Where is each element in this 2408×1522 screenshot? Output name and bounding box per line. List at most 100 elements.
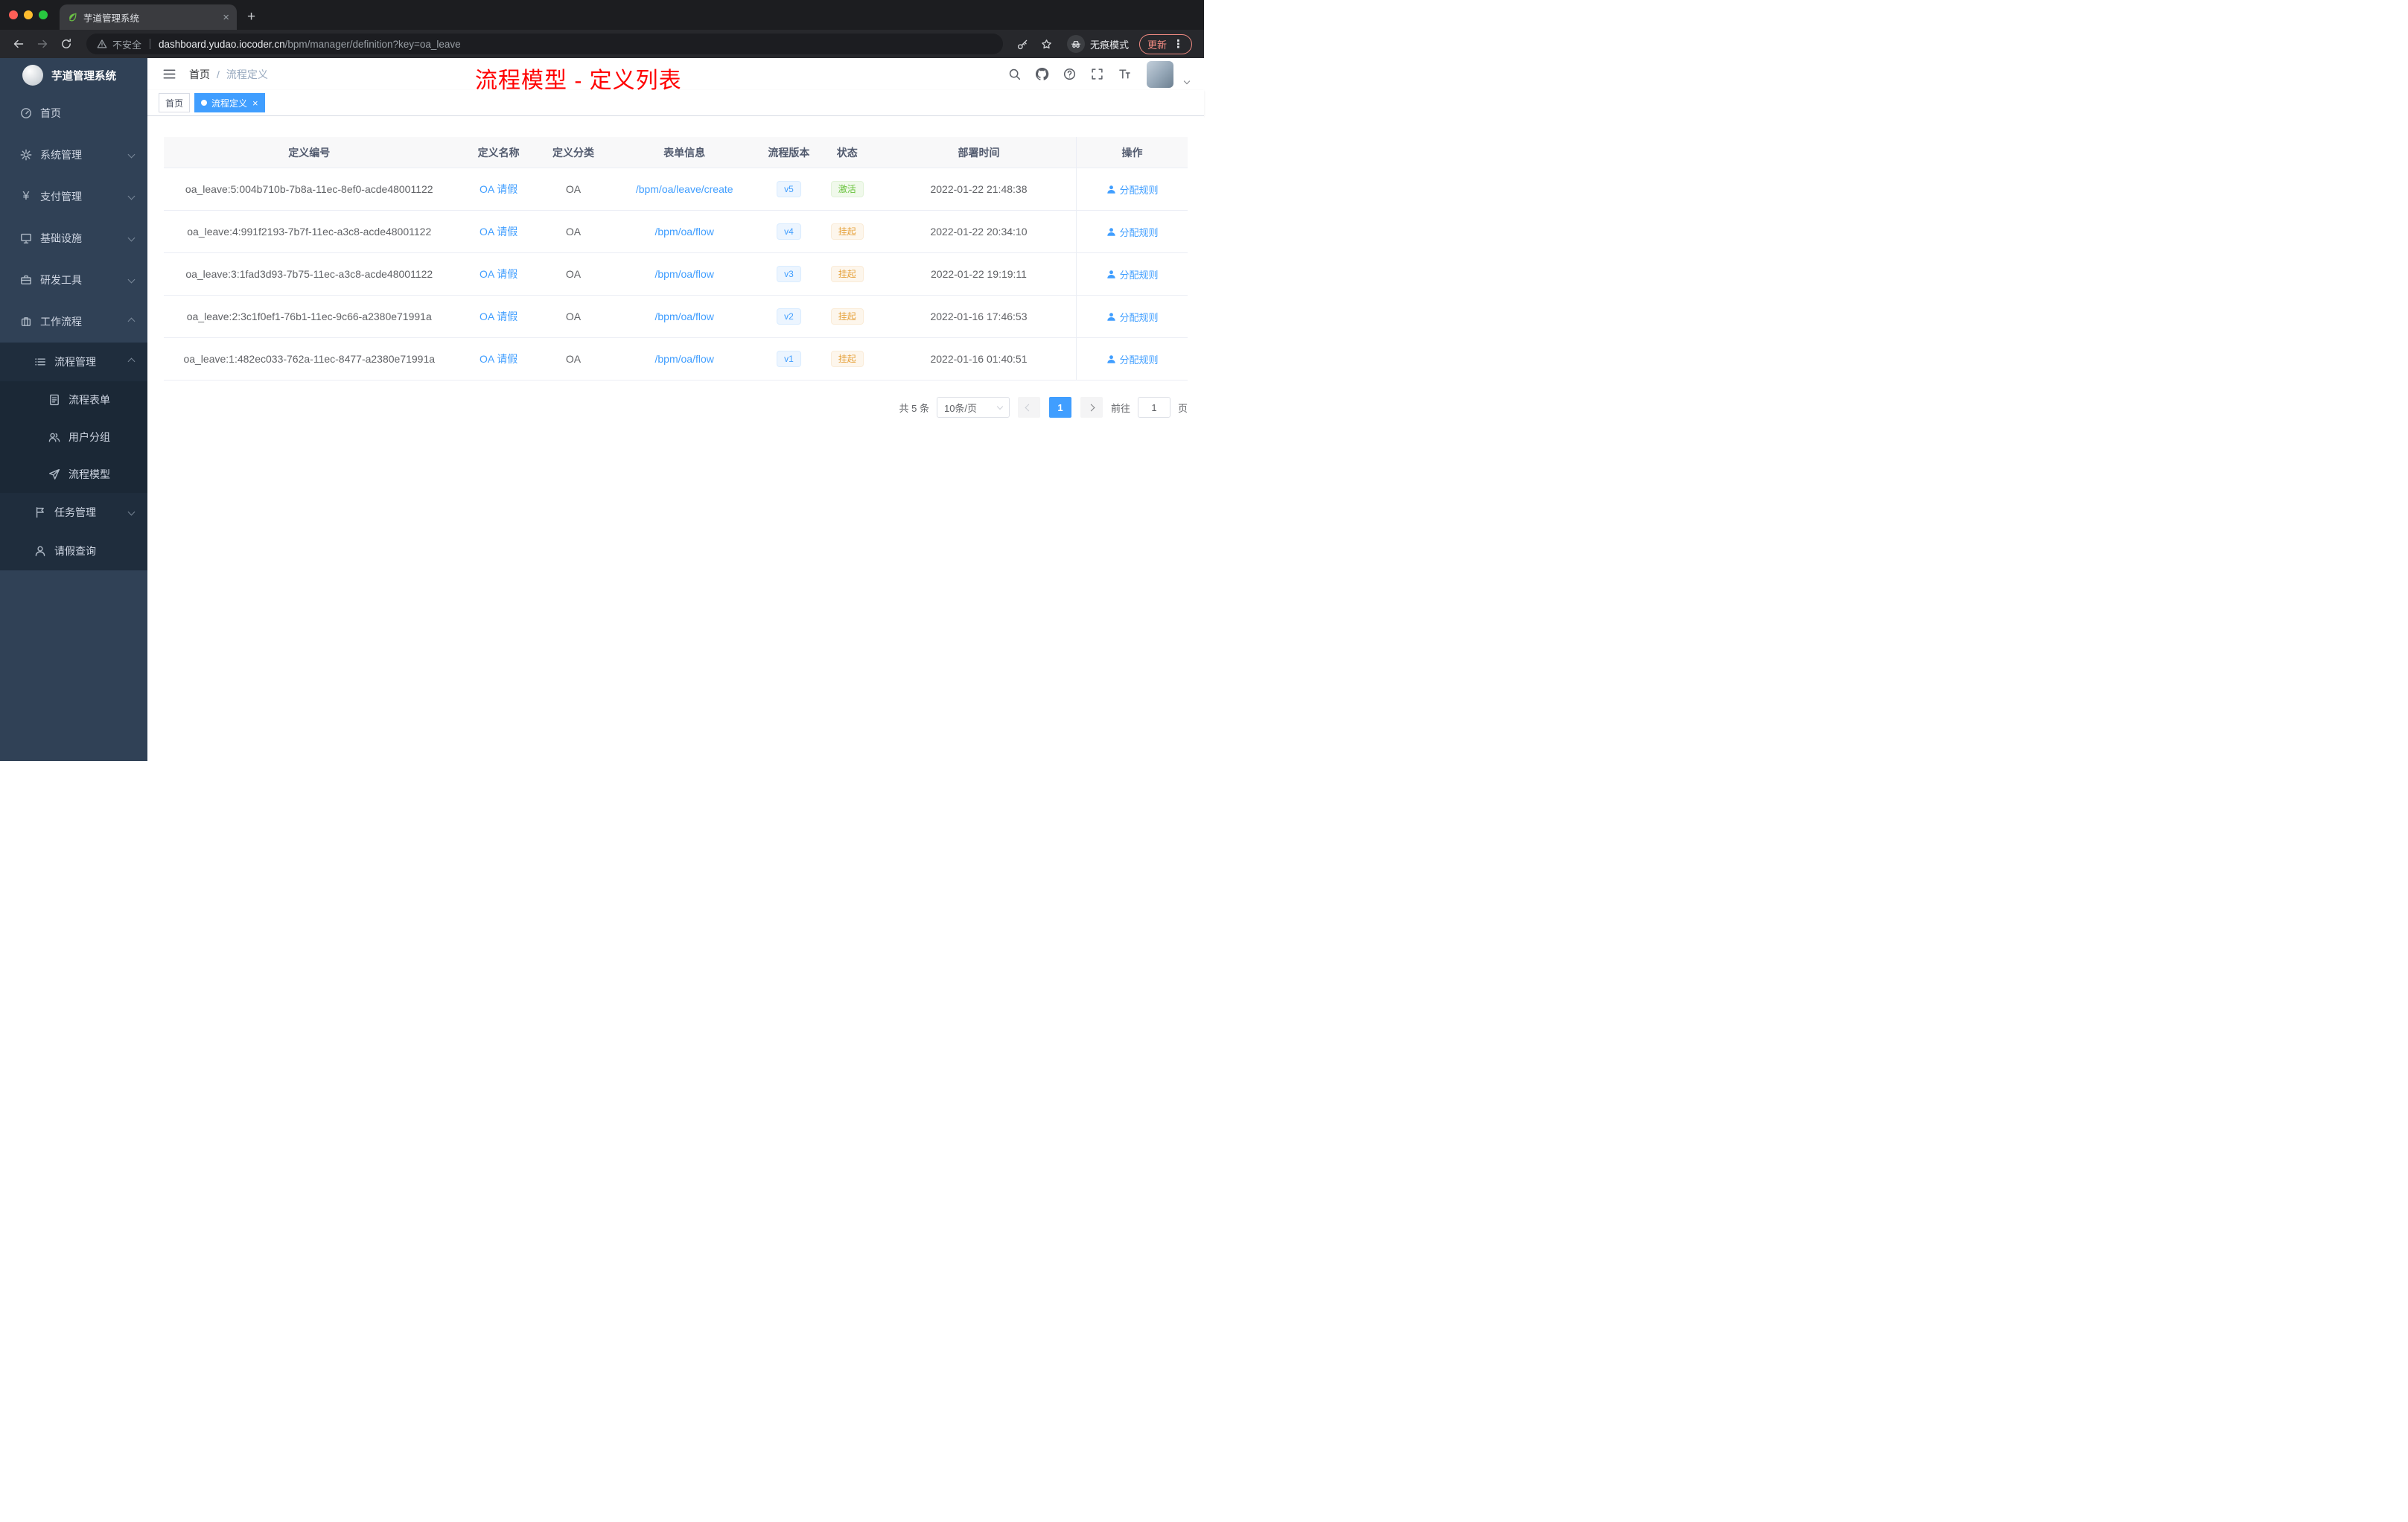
user-avatar[interactable] <box>1147 60 1173 88</box>
address-bar[interactable]: 不安全 dashboard.yudao.iocoder.cn/bpm/manag… <box>86 34 1003 54</box>
status-badge: 挂起 <box>830 351 864 367</box>
sidebar-item-system-mgmt[interactable]: 系统管理 <box>0 134 147 176</box>
breadcrumb-home[interactable]: 首页 <box>189 67 210 82</box>
prev-page-button[interactable] <box>1017 397 1040 418</box>
definition-name-link[interactable]: OA 请假 <box>480 351 517 366</box>
avatar-dropdown-caret[interactable] <box>1183 74 1191 87</box>
person-icon <box>1106 312 1116 322</box>
page-size-value: 10条/页 <box>943 402 978 414</box>
font-size-icon[interactable] <box>1116 66 1133 83</box>
tab-close-icon[interactable]: × <box>223 12 229 23</box>
version-badge: v3 <box>777 266 801 282</box>
breadcrumb-separator: / <box>217 68 220 80</box>
monitor-icon <box>19 232 33 244</box>
sidebar-item-task-mgmt[interactable]: 任务管理 <box>0 493 147 532</box>
dashboard-icon <box>19 107 33 119</box>
person-icon <box>1106 354 1116 364</box>
table-header-row: 定义编号 定义名称 定义分类 表单信息 流程版本 状态 部署时间 操作 <box>164 137 1188 168</box>
goto-suffix: 页 <box>1177 402 1188 414</box>
tag-close-icon[interactable]: × <box>252 98 258 108</box>
incognito-label: 无痕模式 <box>1089 39 1129 51</box>
chevron-down-icon <box>127 192 136 200</box>
cell-category: OA <box>565 353 582 365</box>
sidebar-item-user-group[interactable]: 用户分组 <box>0 418 147 456</box>
cell-category: OA <box>565 268 582 280</box>
sidebar-logo[interactable]: 芋道管理系统 <box>0 58 147 92</box>
total-count: 共 5 条 <box>899 402 929 414</box>
definition-name-link[interactable]: OA 请假 <box>480 224 517 239</box>
assign-rule-button[interactable]: 分配规则 <box>1106 267 1159 281</box>
yen-icon: ¥ <box>22 190 30 203</box>
annotation-overlay: 流程模型 - 定义列表 <box>475 69 682 93</box>
forward-button[interactable] <box>33 34 52 54</box>
browser-menu-icon[interactable]: ⋮ <box>1173 37 1184 51</box>
next-page-button[interactable] <box>1080 397 1103 418</box>
hamburger-icon[interactable] <box>161 66 177 83</box>
column-header: 表单信息 <box>663 146 706 159</box>
cell-category: OA <box>565 226 582 238</box>
submenu-process-mgmt: 流程表单 用户分组流程模型 <box>0 381 147 493</box>
sidebar-item-home[interactable]: 首页 <box>0 92 147 134</box>
cell-deploy-time: 2022-01-16 17:46:53 <box>930 311 1028 322</box>
definition-name-link[interactable]: OA 请假 <box>480 267 517 281</box>
chevron-down-icon <box>127 234 136 241</box>
browser-toolbar: 不安全 dashboard.yudao.iocoder.cn/bpm/manag… <box>0 30 1204 58</box>
tag-item[interactable]: 首页 <box>159 93 191 112</box>
status-badge: 挂起 <box>830 308 864 325</box>
sidebar-item-label: 系统管理 <box>40 149 82 161</box>
update-label: 更新 <box>1147 39 1167 51</box>
url-text: dashboard.yudao.iocoder.cn/bpm/manager/d… <box>159 39 461 50</box>
sidebar-item-leave-query[interactable]: 请假查询 <box>0 532 147 570</box>
favicon <box>67 12 77 22</box>
browser-tab[interactable]: 芋道管理系统 × <box>60 4 237 30</box>
definition-name-link[interactable]: OA 请假 <box>480 182 517 197</box>
sidebar-item-label: 流程模型 <box>69 468 110 480</box>
form-link[interactable]: /bpm/oa/leave/create <box>636 183 733 195</box>
status-badge: 挂起 <box>830 223 864 240</box>
security-label: 不安全 <box>112 39 142 51</box>
sidebar-item-process-mgmt[interactable]: 流程管理 <box>0 343 147 381</box>
form-link[interactable]: /bpm/oa/flow <box>655 226 714 238</box>
form-link[interactable]: /bpm/oa/flow <box>655 311 714 322</box>
assign-rule-button[interactable]: 分配规则 <box>1106 225 1159 239</box>
form-link[interactable]: /bpm/oa/flow <box>655 353 714 365</box>
page-size-select[interactable]: 10条/页 <box>936 397 1010 418</box>
page-content: 定义编号 定义名称 定义分类 表单信息 流程版本 状态 部署时间 操作 oa_leave:5:… <box>147 116 1204 761</box>
sidebar-item-infrastructure[interactable]: 基础设施 <box>0 217 147 259</box>
sidebar-item-payment-mgmt[interactable]: ¥ 支付管理 <box>0 176 147 217</box>
incognito-icon <box>1066 35 1085 53</box>
password-manager-icon[interactable] <box>1013 34 1033 54</box>
sidebar-item-process-model[interactable]: 流程模型 <box>0 456 147 493</box>
reload-button[interactable] <box>57 34 76 54</box>
help-icon[interactable] <box>1061 66 1077 83</box>
column-header: 定义名称 <box>477 146 520 159</box>
sidebar-item-workflow[interactable]: 工作流程 <box>0 301 147 343</box>
page-number-button[interactable]: 1 <box>1048 397 1071 418</box>
goto-page-input[interactable] <box>1137 397 1170 418</box>
close-window-button[interactable] <box>9 10 18 19</box>
chevron-down-icon <box>127 508 136 515</box>
assign-rule-button[interactable]: 分配规则 <box>1106 182 1159 197</box>
new-tab-button[interactable]: + <box>247 9 255 25</box>
search-icon[interactable] <box>1006 66 1022 83</box>
github-icon[interactable] <box>1033 66 1050 83</box>
tag-item[interactable]: 流程定义 × <box>194 93 265 112</box>
sidebar-item-label: 支付管理 <box>40 191 82 203</box>
table-row: oa_leave:3:1fad3d93-7b75-11ec-a3c8-acde4… <box>164 253 1188 296</box>
url-path: /bpm/manager/definition?key=oa_leave <box>284 38 461 50</box>
sidebar-item-label: 请假查询 <box>54 545 96 557</box>
minimize-window-button[interactable] <box>24 10 33 19</box>
sidebar-item-process-form[interactable]: 流程表单 <box>0 381 147 418</box>
fullscreen-icon[interactable] <box>1089 66 1105 83</box>
url-host: dashboard.yudao.iocoder.cn <box>159 38 285 50</box>
update-button[interactable]: 更新 ⋮ <box>1138 34 1192 54</box>
assign-rule-button[interactable]: 分配规则 <box>1106 352 1159 366</box>
form-link[interactable]: /bpm/oa/flow <box>655 268 714 280</box>
zoom-window-button[interactable] <box>39 10 48 19</box>
chevron-up-icon <box>127 317 136 325</box>
sidebar-item-dev-tools[interactable]: 研发工具 <box>0 259 147 301</box>
back-button[interactable] <box>9 34 28 54</box>
definition-name-link[interactable]: OA 请假 <box>480 309 517 324</box>
assign-rule-button[interactable]: 分配规则 <box>1106 310 1159 324</box>
bookmark-star-icon[interactable] <box>1037 34 1057 54</box>
